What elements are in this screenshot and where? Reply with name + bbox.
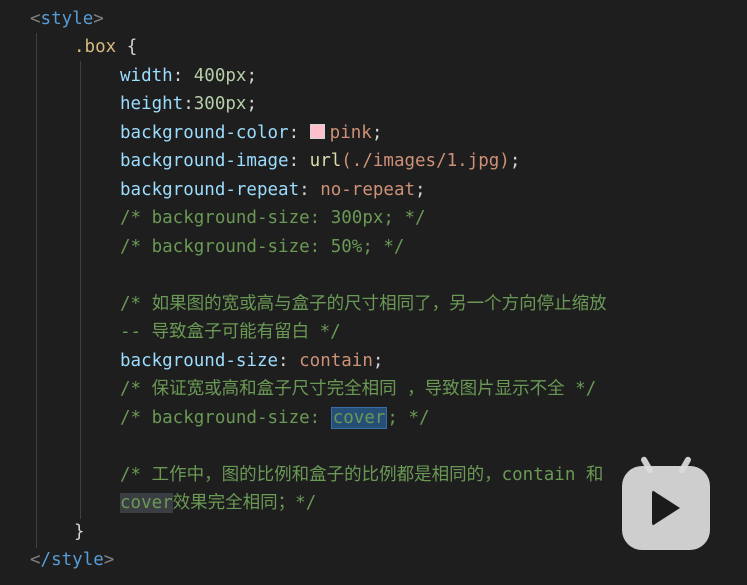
comment-text: ; */: [387, 408, 430, 428]
play-button[interactable]: [622, 455, 710, 550]
open-brace: {: [126, 37, 138, 57]
property: background-color: [120, 123, 289, 143]
code-line[interactable]: .box {: [74, 33, 137, 61]
tag-bracket: <: [30, 9, 41, 29]
code-line[interactable]: background-color: pink;: [120, 119, 382, 147]
code-line[interactable]: background-repeat: no-repeat;: [120, 176, 426, 204]
code-line[interactable]: background-size: contain;: [120, 347, 383, 375]
style-close-tag: /style: [40, 550, 104, 570]
comment-line[interactable]: /* background-size: 50%; */: [120, 233, 404, 261]
comment-line[interactable]: /* 如果图的宽或高与盒子的尺寸相同了，另一个方向停止缩放: [120, 290, 607, 318]
comment-line[interactable]: /* 保证宽或高和盒子尺寸完全相同 ，导致图片显示不全 */: [120, 375, 596, 403]
value: pink: [329, 123, 372, 143]
selector: .box: [74, 37, 117, 57]
tag-bracket: >: [103, 550, 115, 570]
property: width: [120, 66, 173, 86]
code-line[interactable]: height:300px;: [120, 90, 257, 118]
value: no-repeat: [320, 180, 416, 200]
code-line[interactable]: </style>: [30, 546, 114, 574]
indent-guide: [36, 33, 37, 548]
close-brace[interactable]: }: [74, 518, 85, 546]
code-line[interactable]: <style>: [30, 5, 104, 33]
value: contain: [299, 351, 373, 371]
code-line[interactable]: width: 400px;: [120, 62, 257, 90]
value: (./images/1.jpg): [341, 151, 510, 171]
value: 300px: [193, 94, 247, 114]
style-open-tag: style: [40, 9, 94, 29]
function-name: url: [309, 151, 342, 171]
tag-bracket: >: [93, 9, 104, 29]
comment-line[interactable]: cover效果完全相同；*/: [120, 489, 316, 517]
property: background-repeat: [120, 180, 300, 200]
property: height: [120, 94, 184, 114]
comment-line[interactable]: /* 工作中，图的比例和盒子的比例都是相同的，contain 和: [120, 461, 603, 489]
value: 400px: [193, 66, 247, 86]
comment-text: /* background-size:: [120, 408, 331, 428]
comment-line[interactable]: /* background-size: cover; */: [120, 404, 430, 432]
tag-bracket: <: [30, 550, 41, 570]
indent-guide: [80, 61, 81, 519]
property: background-size: [120, 351, 279, 371]
search-highlight: cover: [330, 407, 388, 429]
comment-line[interactable]: -- 导致盒子可能有留白 */: [120, 318, 341, 346]
property: background-image: [120, 151, 289, 171]
word-highlight: cover: [120, 493, 173, 513]
color-swatch-icon[interactable]: [309, 124, 325, 139]
code-line[interactable]: background-image: url(./images/1.jpg);: [120, 147, 520, 175]
comment-text: 效果完全相同；*/: [172, 493, 317, 513]
play-icon: [652, 490, 680, 526]
comment-line[interactable]: /* background-size: 300px; */: [120, 204, 426, 232]
